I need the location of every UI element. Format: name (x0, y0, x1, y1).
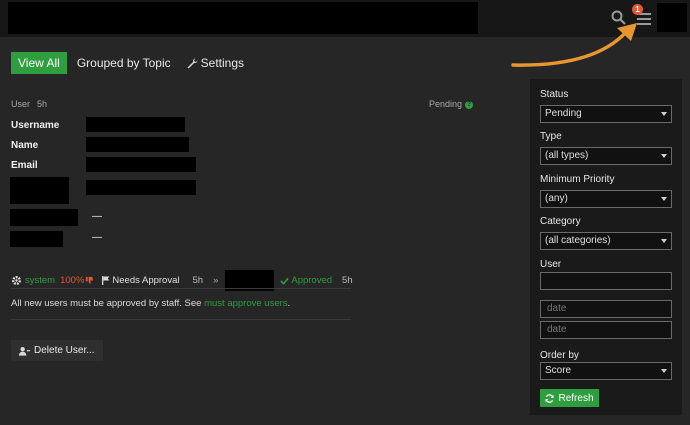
redacted-email (86, 157, 196, 172)
review-age: 5h (37, 99, 48, 109)
type-filter-label: Type (540, 131, 562, 142)
gear-icon (12, 276, 21, 285)
review-note-text: All new users must be approved by staff.… (11, 298, 205, 309)
view-all-button[interactable]: View All (11, 52, 67, 74)
delete-user-label: Delete User... (34, 345, 95, 356)
redacted-username (86, 117, 185, 132)
username-label: Username (11, 120, 60, 131)
email-label: Email (11, 160, 38, 171)
redacted-avatar[interactable] (657, 3, 687, 32)
refresh-icon (545, 393, 555, 403)
history-needs-age: 5h (192, 275, 204, 286)
delete-user-button[interactable]: Delete User... (11, 340, 103, 361)
user-filter-input[interactable] (540, 272, 672, 290)
must-approve-users-link[interactable]: must approve users (204, 298, 287, 309)
date-from-input[interactable]: date (540, 300, 672, 318)
annotation-arrow (511, 23, 637, 67)
field-value-2: — (92, 211, 102, 222)
settings-label: Settings (200, 56, 245, 70)
chevron-down-icon (661, 369, 667, 373)
notification-badge: 1 (632, 4, 643, 15)
status-select[interactable]: Pending (540, 105, 672, 123)
name-label: Name (11, 140, 39, 151)
divider (10, 288, 351, 289)
priority-select-value: (any) (545, 193, 568, 204)
status-select-value: Pending (545, 108, 582, 119)
category-filter-label: Category (540, 216, 581, 227)
type-select-value: (all types) (545, 150, 589, 161)
history-needs-approval: Needs Approval (112, 275, 180, 286)
help-icon[interactable]: ? (465, 100, 474, 109)
date-to-input[interactable]: date (540, 321, 672, 339)
review-nav: View All Grouped by Topic Settings (11, 52, 260, 74)
redacted-field-label (10, 177, 69, 204)
user-filter-label: User (540, 259, 562, 270)
type-select[interactable]: (all types) (540, 147, 672, 165)
category-select[interactable]: (all categories) (540, 232, 672, 250)
priority-select[interactable]: (any) (540, 190, 672, 208)
review-note: All new users must be approved by staff.… (11, 298, 290, 309)
chevron-down-icon (661, 154, 667, 158)
redacted-field-value (86, 180, 196, 195)
check-icon (280, 277, 290, 285)
thumbs-down-icon (86, 276, 94, 284)
chevron-down-icon (661, 239, 667, 243)
priority-filter-label: Minimum Priority (540, 174, 615, 185)
review-status: Pending? (429, 99, 474, 109)
order-by-label: Order by (540, 350, 579, 361)
refresh-button[interactable]: Refresh (540, 389, 599, 407)
review-type-label: User (11, 99, 31, 109)
redacted-field-label-3 (10, 231, 63, 247)
flag-icon (102, 276, 110, 285)
history-approved: Approved (291, 275, 333, 286)
grouped-by-topic-link[interactable]: Grouped by Topic (77, 56, 171, 70)
order-by-select-value: Score (545, 365, 572, 376)
history-actor[interactable]: system (25, 275, 55, 286)
history-score: 100% (60, 275, 85, 286)
history-approved-age: 5h (342, 275, 353, 286)
redacted-site-title (8, 2, 478, 34)
chevron-down-icon (661, 112, 667, 116)
order-by-select[interactable]: Score (540, 362, 672, 380)
review-note-suffix: . (287, 298, 291, 309)
settings-link[interactable]: Settings (187, 56, 244, 70)
redacted-field-label-2 (10, 209, 78, 226)
wrench-icon (187, 58, 198, 68)
status-filter-label: Status (540, 89, 569, 100)
divider (10, 319, 351, 320)
chevron-down-icon (661, 197, 667, 201)
redacted-name (86, 137, 189, 152)
user-remove-icon (19, 346, 30, 356)
filter-panel: Status Pending Type (all types) Minimum … (530, 79, 682, 415)
category-select-value: (all categories) (545, 235, 611, 246)
review-status-label: Pending (429, 99, 463, 109)
refresh-label: Refresh (558, 392, 594, 404)
field-value-3: — (92, 232, 102, 243)
history-arrow: » (213, 275, 219, 286)
